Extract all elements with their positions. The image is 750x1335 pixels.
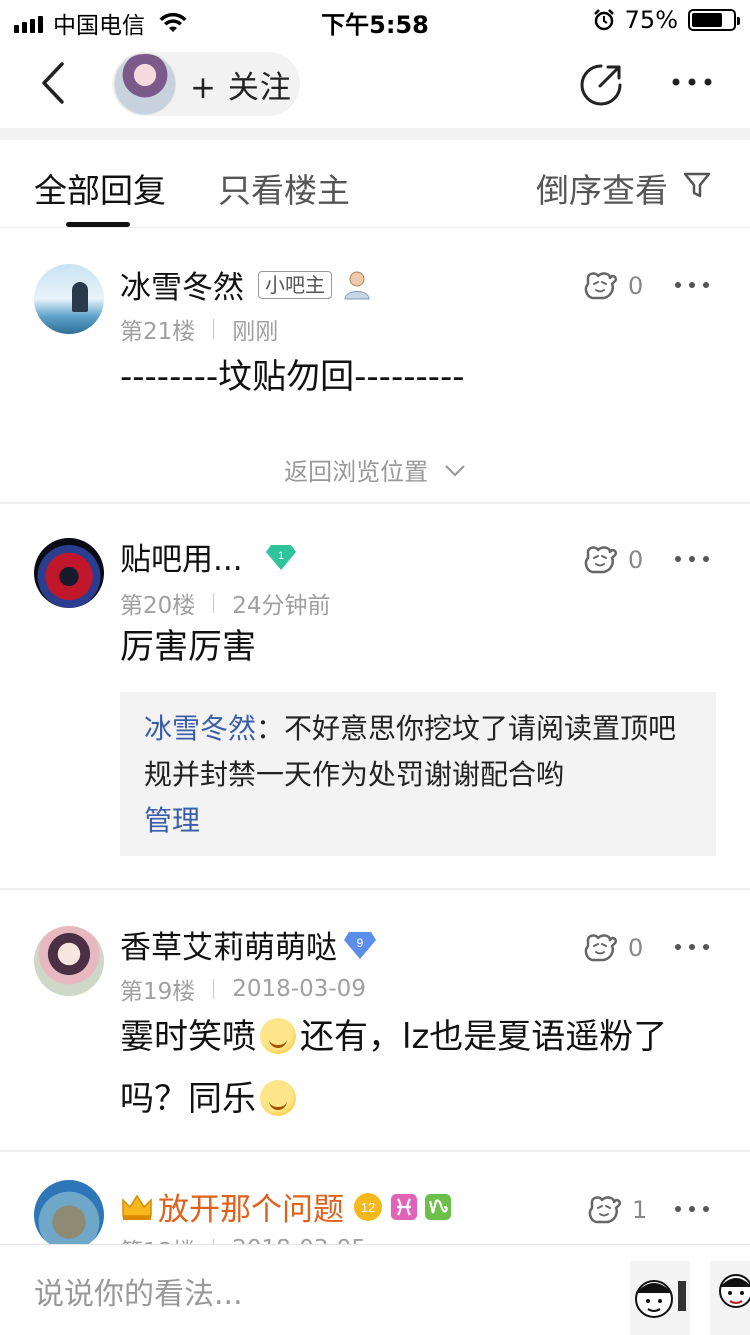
level-badge-icon: 12 [354, 1192, 382, 1221]
content-text-2: 还有，lz也是夏语遥粉了 [300, 1017, 668, 1057]
reply-tabs: 全部回复 只看楼主 倒序查看 [0, 140, 750, 228]
smile-emoji-icon [260, 1018, 296, 1054]
capricorn-icon [425, 1193, 451, 1220]
level-diamond-icon: 9 [344, 931, 376, 959]
floor-number: 第20楼 [120, 593, 196, 619]
post-time: 2018-03-09 [232, 976, 366, 1002]
meta-separator [213, 319, 215, 339]
meme-face-icon [635, 1280, 686, 1318]
username[interactable]: 香草艾莉萌萌哒 9 [120, 922, 377, 967]
post-floor-19: 香草艾莉萌萌哒 9 第19楼 2018-03-09 0 霎时笑喷 还有，lz也是夏… [0, 890, 750, 1150]
comment-input[interactable]: 说说你的看法... [34, 1269, 243, 1313]
username[interactable]: 贴吧用... 1 [120, 534, 297, 579]
tab-all-replies[interactable]: 全部回复 [34, 164, 166, 212]
reply-link-admin[interactable]: 管理 [144, 804, 200, 837]
like-count: 0 [628, 272, 644, 300]
battery-fill [692, 13, 722, 27]
follow-button[interactable]: + 关注 [112, 52, 300, 116]
like-button[interactable]: 0 [582, 270, 643, 302]
more-icon[interactable] [672, 72, 712, 92]
like-icon [584, 272, 617, 300]
avatar[interactable] [34, 926, 104, 996]
post-more-icon[interactable] [674, 554, 710, 564]
section-divider [0, 128, 750, 140]
post-more-icon[interactable] [674, 942, 710, 952]
content-text-3: 吗？同乐 [120, 1079, 256, 1119]
nav-bar: + 关注 [0, 40, 750, 130]
like-button[interactable]: 0 [582, 544, 643, 576]
smile-emoji-icon [260, 1080, 296, 1116]
status-bar: 中国电信 下午5:58 75% [0, 0, 750, 40]
follow-label: + 关注 [190, 69, 292, 106]
post-content: 霎时笑喷 还有，lz也是夏语遥粉了 吗？同乐 [120, 1006, 720, 1130]
back-to-browse-label: 返回浏览位置 [284, 458, 429, 486]
like-button[interactable]: 1 [586, 1194, 647, 1226]
level-number: 9 [357, 936, 364, 950]
avatar[interactable] [34, 538, 104, 608]
reverse-order-button[interactable]: 倒序查看 [536, 164, 668, 212]
level-diamond-icon: 1 [265, 544, 296, 570]
meta-separator [213, 979, 215, 999]
content-text-1: 霎时笑喷 [120, 1017, 256, 1057]
avatar[interactable] [34, 264, 104, 334]
crown-icon [122, 1194, 152, 1220]
post-floor-18: 放开那个问题 12 第18楼 2018-03-05 1 [0, 1152, 750, 1244]
post-time: 24分钟前 [232, 593, 331, 619]
like-icon [584, 934, 617, 962]
author-avatar[interactable] [114, 53, 176, 115]
post-floor-21: 冰雪冬然 小吧主 第21楼 刚刚 0 --------坟贴勿回---------… [0, 228, 750, 502]
battery-percent: 75% [624, 6, 678, 34]
sticker-icon[interactable] [710, 1261, 750, 1335]
like-count: 0 [628, 546, 644, 574]
moderator-badge: 小吧主 [258, 270, 332, 299]
level-number: 12 [361, 1200, 375, 1215]
comment-bar: 说说你的看法... [0, 1244, 750, 1335]
floor-number: 第21楼 [120, 319, 196, 345]
back-to-browse-button[interactable]: 返回浏览位置 [0, 452, 750, 487]
meta-separator [213, 593, 215, 613]
username[interactable]: 冰雪冬然 小吧主 [120, 262, 372, 307]
level-number: 1 [278, 550, 284, 562]
battery-icon [688, 9, 740, 31]
user-icon [344, 271, 370, 299]
post-content: 厉害厉害 [120, 627, 256, 667]
tab-active-indicator [66, 222, 130, 227]
avatar[interactable] [34, 1180, 104, 1244]
username[interactable]: 放开那个问题 12 [120, 1184, 452, 1229]
sticker-icon[interactable] [630, 1261, 690, 1335]
post-meta: 第20楼 24分钟前 [120, 586, 331, 620]
back-icon[interactable] [34, 58, 74, 108]
post-meta: 第21楼 刚刚 [120, 312, 278, 346]
post-floor-20: 贴吧用... 1 第20楼 24分钟前 0 厉害厉害 冰雪冬然：不好意思你挖坟了… [0, 504, 750, 888]
username-text: 香草艾莉萌萌哒 [120, 930, 337, 966]
status-right: 75% [593, 6, 740, 34]
post-more-icon[interactable] [674, 1204, 710, 1214]
post-time: 刚刚 [232, 319, 279, 345]
alarm-icon [593, 9, 614, 31]
post-more-icon[interactable] [674, 280, 710, 290]
post-time: 2018-03-05 [232, 1236, 366, 1244]
post-meta: 第18楼 2018-03-05 [120, 1232, 366, 1244]
like-count: 0 [628, 934, 644, 962]
pisces-icon [391, 1193, 417, 1220]
like-icon [584, 546, 617, 574]
post-content: --------坟贴勿回--------- [120, 357, 465, 397]
filter-icon[interactable] [682, 170, 712, 200]
reply-quote[interactable]: 冰雪冬然：不好意思你挖坟了请阅读置顶吧规并封禁一天作为处罚谢谢配合哟 管理 [120, 692, 716, 856]
username-text: 放开那个问题 [158, 1192, 344, 1228]
share-icon[interactable] [578, 62, 624, 108]
like-icon [588, 1196, 621, 1224]
chevron-down-icon [445, 465, 465, 477]
reply-author-link[interactable]: 冰雪冬然 [144, 712, 256, 745]
reply-colon: ： [256, 712, 285, 745]
post-meta: 第19楼 2018-03-09 [120, 972, 366, 1006]
username-text: 冰雪冬然 [120, 270, 244, 306]
floor-number: 第18楼 [120, 1232, 195, 1244]
like-count: 1 [632, 1196, 648, 1224]
tab-owner-only[interactable]: 只看楼主 [218, 164, 350, 212]
like-button[interactable]: 0 [582, 932, 643, 964]
meme-face-icon [719, 1274, 750, 1308]
username-text: 贴吧用... [120, 542, 243, 578]
floor-number: 第19楼 [120, 979, 196, 1005]
